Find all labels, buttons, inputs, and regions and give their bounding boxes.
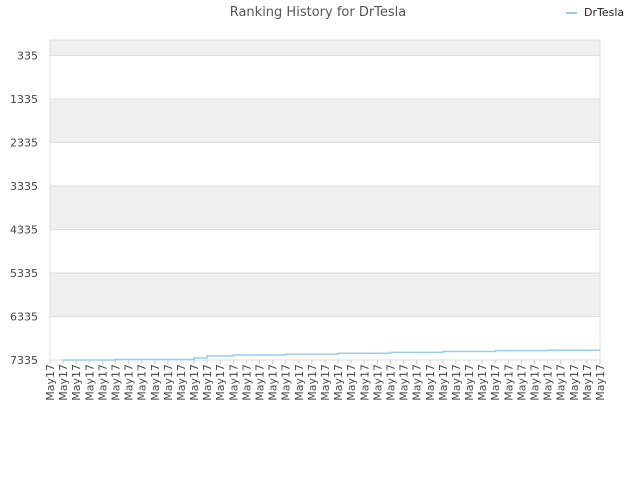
x-tick-label: May17 <box>384 364 397 401</box>
x-tick-label: May17 <box>175 364 188 401</box>
y-tick-label: 3335 <box>10 180 38 193</box>
x-tick-label: May17 <box>149 364 162 401</box>
x-tick-label: May17 <box>542 364 555 401</box>
plot-band <box>50 272 600 317</box>
x-tick-label: May17 <box>594 364 607 401</box>
x-tick-label: May17 <box>568 364 581 401</box>
plot-area <box>49 39 601 361</box>
ranking-chart: Ranking History for DrTesla DrTesla 335 1… <box>10 5 624 401</box>
x-tick-label: May17 <box>424 364 437 401</box>
y-tick-label: 1335 <box>10 93 38 106</box>
x-tick-label: May17 <box>450 364 463 401</box>
y-tick-label: 7335 <box>10 354 38 367</box>
x-tick-label: May17 <box>162 364 175 401</box>
x-tick-label: May17 <box>581 364 594 401</box>
x-tick-label: May17 <box>254 364 267 401</box>
plot-band <box>50 40 600 56</box>
x-tick-label: May17 <box>502 364 515 401</box>
x-tick-label: May17 <box>267 364 280 401</box>
x-tick-label: May17 <box>411 364 424 401</box>
x-tick-label: May17 <box>70 364 83 401</box>
x-tick-label: May17 <box>515 364 528 401</box>
x-tick-label: May17 <box>136 364 149 401</box>
x-tick-label: May17 <box>463 364 476 401</box>
x-tick-label: May17 <box>57 364 70 401</box>
x-tick-label: May17 <box>489 364 502 401</box>
x-tick-label: May17 <box>358 364 371 401</box>
x-tick-label: May17 <box>371 364 384 401</box>
x-tick-label: May17 <box>529 364 542 401</box>
x-tick-label: May17 <box>293 364 306 401</box>
x-tick-label: May17 <box>44 364 57 401</box>
x-tick-label: May17 <box>476 364 489 401</box>
x-tick-label: May17 <box>398 364 411 401</box>
y-axis: 335 1335 2335 3335 4335 5335 6335 7335 <box>10 49 38 367</box>
legend-label: DrTesla <box>584 6 624 19</box>
x-tick-label: May17 <box>280 364 293 401</box>
x-tick-label: May17 <box>306 364 319 401</box>
x-tick-label: May17 <box>123 364 136 401</box>
x-tick-label: May17 <box>201 364 214 401</box>
x-tick-label: May17 <box>332 364 345 401</box>
x-tick-label: May17 <box>555 364 568 401</box>
x-tick-label: May17 <box>227 364 240 401</box>
y-tick-label: 4335 <box>10 223 38 236</box>
x-tick-label: May17 <box>83 364 96 401</box>
x-tick-label: May17 <box>96 364 109 401</box>
legend: DrTesla <box>566 6 624 19</box>
x-axis: May17 May17 May17 May17 May17 May17 May17 May17… <box>44 360 607 401</box>
plot-band <box>50 229 600 273</box>
y-tick-label: 6335 <box>10 310 38 323</box>
x-tick-label: May17 <box>214 364 227 401</box>
x-tick-label: May17 <box>240 364 253 401</box>
x-tick-label: May17 <box>437 364 450 401</box>
chart-title: Ranking History for DrTesla <box>230 5 407 20</box>
x-tick-label: May17 <box>109 364 122 401</box>
y-tick-label: 335 <box>17 49 38 62</box>
plot-band <box>50 55 600 99</box>
plot-band <box>50 185 600 230</box>
plot-band <box>50 142 600 186</box>
x-tick-label: May17 <box>345 364 358 401</box>
plot-band <box>50 98 600 143</box>
y-tick-label: 2335 <box>10 136 38 149</box>
y-tick-label: 5335 <box>10 267 38 280</box>
x-tick-label: May17 <box>188 364 201 401</box>
x-tick-label: May17 <box>319 364 332 401</box>
